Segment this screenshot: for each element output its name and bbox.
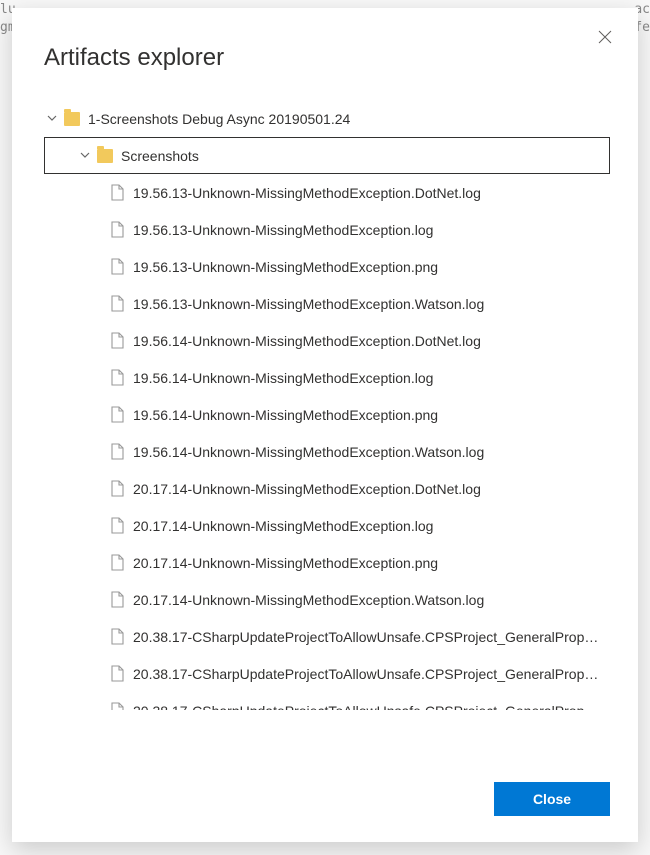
file-icon <box>110 295 124 312</box>
tree-file-item[interactable]: 20.38.17-CSharpUpdateProjectToAllowUnsaf… <box>44 655 610 692</box>
chevron-down-icon <box>79 149 93 163</box>
tree-file-label: 20.17.14-Unknown-MissingMethodException.… <box>133 555 610 571</box>
dialog-header: Artifacts explorer <box>12 8 638 92</box>
close-button[interactable]: Close <box>494 782 610 816</box>
tree-file-label: 20.17.14-Unknown-MissingMethodException.… <box>133 481 610 497</box>
file-icon <box>110 554 124 571</box>
tree-file-item[interactable]: 19.56.14-Unknown-MissingMethodException.… <box>44 322 610 359</box>
folder-icon <box>64 112 80 126</box>
tree-file-label: 19.56.14-Unknown-MissingMethodException.… <box>133 407 610 423</box>
tree-file-item[interactable]: 19.56.13-Unknown-MissingMethodException.… <box>44 285 610 322</box>
tree-file-item[interactable]: 19.56.13-Unknown-MissingMethodException.… <box>44 211 610 248</box>
tree-file-item[interactable]: 20.17.14-Unknown-MissingMethodException.… <box>44 581 610 618</box>
tree-folder-label: 1-Screenshots Debug Async 20190501.24 <box>88 111 610 127</box>
tree-folder-label: Screenshots <box>121 148 609 164</box>
file-icon <box>110 702 124 710</box>
file-icon <box>110 443 124 460</box>
tree-file-item[interactable]: 19.56.13-Unknown-MissingMethodException.… <box>44 174 610 211</box>
file-icon <box>110 517 124 534</box>
tree-file-label: 20.38.17-CSharpUpdateProjectToAllowUnsaf… <box>133 629 610 645</box>
tree-file-label: 19.56.13-Unknown-MissingMethodException.… <box>133 259 610 275</box>
chevron-down-icon <box>46 112 60 126</box>
tree-file-label: 20.17.14-Unknown-MissingMethodException.… <box>133 518 610 534</box>
tree-file-label: 19.56.13-Unknown-MissingMethodException.… <box>133 222 610 238</box>
dialog-title: Artifacts explorer <box>44 44 606 72</box>
tree-folder-root[interactable]: 1-Screenshots Debug Async 20190501.24 <box>44 100 610 137</box>
file-icon <box>110 332 124 349</box>
tree-file-item[interactable]: 19.56.14-Unknown-MissingMethodException.… <box>44 359 610 396</box>
tree-file-label: 20.17.14-Unknown-MissingMethodException.… <box>133 592 610 608</box>
tree-file-item[interactable]: 20.17.14-Unknown-MissingMethodException.… <box>44 544 610 581</box>
tree-file-item[interactable]: 20.17.14-Unknown-MissingMethodException.… <box>44 470 610 507</box>
tree-file-label: 20.38.17-CSharpUpdateProjectToAllowUnsaf… <box>133 703 610 711</box>
tree-file-label: 19.56.14-Unknown-MissingMethodException.… <box>133 444 610 460</box>
tree-file-item[interactable]: 20.38.17-CSharpUpdateProjectToAllowUnsaf… <box>44 618 610 655</box>
artifact-tree[interactable]: 1-Screenshots Debug Async 20190501.24 Sc… <box>44 92 610 710</box>
file-icon <box>110 665 124 682</box>
tree-file-item[interactable]: 19.56.14-Unknown-MissingMethodException.… <box>44 396 610 433</box>
file-icon <box>110 258 124 275</box>
tree-folder-screenshots[interactable]: Screenshots <box>44 137 610 174</box>
file-icon <box>110 591 124 608</box>
tree-file-label: 19.56.14-Unknown-MissingMethodException.… <box>133 333 610 349</box>
artifacts-explorer-dialog: Artifacts explorer 1-Screenshots Debug A… <box>12 8 638 842</box>
file-icon <box>110 480 124 497</box>
tree-file-label: 19.56.13-Unknown-MissingMethodException.… <box>133 296 610 312</box>
file-icon <box>110 369 124 386</box>
dialog-footer: Close <box>12 760 638 842</box>
file-icon <box>110 221 124 238</box>
file-icon <box>110 184 124 201</box>
tree-file-item[interactable]: 19.56.13-Unknown-MissingMethodException.… <box>44 248 610 285</box>
file-icon <box>110 406 124 423</box>
tree-file-label: 20.38.17-CSharpUpdateProjectToAllowUnsaf… <box>133 666 610 682</box>
tree-file-item[interactable]: 20.17.14-Unknown-MissingMethodException.… <box>44 507 610 544</box>
tree-file-label: 19.56.13-Unknown-MissingMethodException.… <box>133 185 610 201</box>
tree-file-item[interactable]: 20.38.17-CSharpUpdateProjectToAllowUnsaf… <box>44 692 610 710</box>
tree-file-label: 19.56.14-Unknown-MissingMethodException.… <box>133 370 610 386</box>
file-icon <box>110 628 124 645</box>
close-icon[interactable] <box>594 26 616 48</box>
folder-icon <box>97 149 113 163</box>
tree-file-item[interactable]: 19.56.14-Unknown-MissingMethodException.… <box>44 433 610 470</box>
